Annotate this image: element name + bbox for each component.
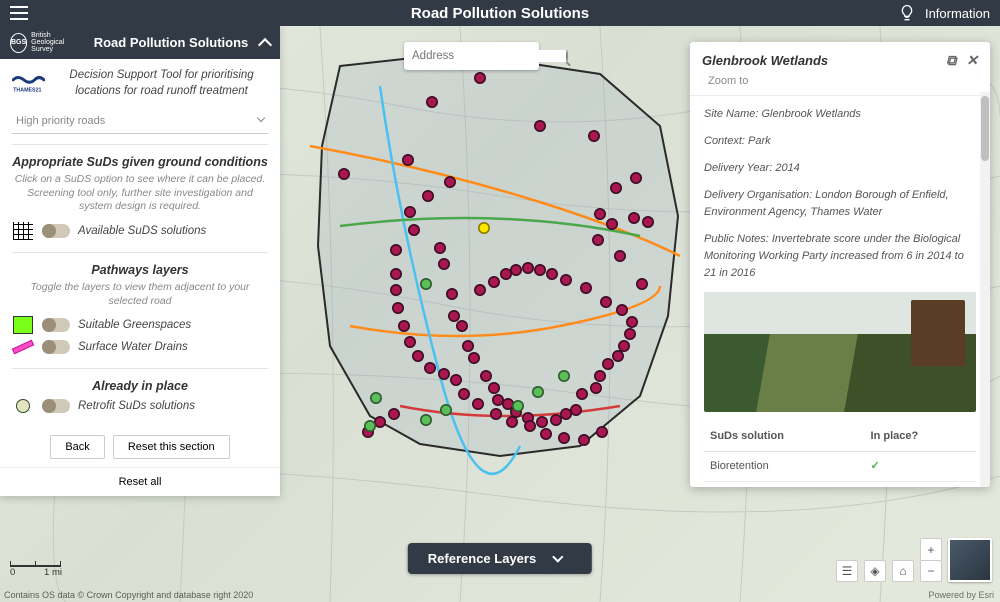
back-button[interactable]: Back: [50, 435, 104, 459]
info-icon[interactable]: [897, 3, 917, 23]
zoom-to-button[interactable]: Zoom to: [690, 75, 990, 96]
retrofit-dot-icon: [16, 399, 30, 413]
menu-icon[interactable]: [10, 6, 28, 20]
zoom-in-button[interactable]: +: [920, 538, 942, 560]
bookmark-button[interactable]: ◈: [864, 560, 886, 582]
toggle-retrofit[interactable]: [42, 399, 70, 413]
section-pathways: Pathways layers Toggle the layers to vie…: [12, 252, 268, 368]
sidebar-title: Road Pollution Solutions: [88, 35, 254, 50]
info-link[interactable]: Information: [925, 6, 990, 21]
section-already: Already in place Retrofit SuDs solutions: [12, 368, 268, 427]
popup-title: Glenbrook Wetlands: [702, 53, 946, 68]
toggle-drains[interactable]: [42, 340, 70, 354]
reset-section-button[interactable]: Reset this section: [113, 435, 230, 459]
toggle-suds[interactable]: [42, 224, 70, 238]
feature-popup: Glenbrook Wetlands ⧉ ✕ Zoom to Site Name…: [690, 42, 990, 487]
toggle-greenspaces[interactable]: [42, 318, 70, 332]
drain-line-icon: [12, 340, 34, 355]
thames21-logo: THAMES21: [12, 67, 45, 101]
table-row: Bioretention✓: [704, 452, 976, 482]
chevron-down-icon: [553, 551, 564, 562]
section-suds: Appropriate SuDs given ground conditions…: [12, 144, 268, 252]
layer-label: Available SuDS solutions: [78, 225, 206, 237]
reset-all-button[interactable]: Reset all: [0, 467, 280, 496]
chevron-down-icon: [257, 114, 265, 122]
suds-table: SuDs solutionIn place? Bioretention✓ Fil…: [704, 422, 976, 487]
svg-text:THAMES21: THAMES21: [13, 88, 41, 94]
tagline: Decision Support Tool for prioritising l…: [55, 68, 268, 99]
reference-layers-button[interactable]: Reference Layers: [408, 543, 592, 574]
esri-attribution: Powered by Esri: [928, 590, 994, 600]
table-row: Filter Drains●: [704, 482, 976, 487]
sidebar-panel: BGS British Geological Survey Road Pollu…: [0, 26, 280, 496]
map-canvas[interactable]: BGS British Geological Survey Road Pollu…: [0, 26, 1000, 602]
dock-icon[interactable]: ⧉: [946, 52, 956, 69]
popup-scrollbar[interactable]: [980, 92, 990, 487]
popup-body: Site Name: Glenbrook Wetlands Context: P…: [690, 96, 990, 487]
green-square-icon: [13, 316, 33, 334]
layer-label: Surface Water Drains: [78, 341, 188, 353]
zoom-out-button[interactable]: −: [920, 560, 942, 582]
home-button[interactable]: ⌂: [892, 560, 914, 582]
hatch-icon: [13, 222, 33, 240]
search-input[interactable]: [412, 50, 566, 62]
app-header: Road Pollution Solutions Information: [0, 0, 1000, 26]
search-box[interactable]: [404, 42, 539, 70]
priority-dropdown[interactable]: High priority roads: [12, 109, 268, 134]
close-icon[interactable]: ✕: [966, 52, 978, 69]
layer-label: Suitable Greenspaces: [78, 319, 191, 331]
sidebar-header[interactable]: BGS British Geological Survey Road Pollu…: [0, 26, 280, 59]
bgs-logo: BGS British Geological Survey: [10, 32, 82, 53]
app-title: Road Pollution Solutions: [411, 5, 589, 22]
site-photo: [704, 292, 976, 412]
search-icon[interactable]: [566, 50, 568, 62]
attribution: Contains OS data © Crown Copyright and d…: [4, 590, 253, 600]
basemap-toggle[interactable]: [948, 538, 992, 582]
chevron-up-icon[interactable]: [258, 37, 272, 51]
map-widgets: ☰ ◈ ⌂ + −: [836, 538, 992, 582]
legend-button[interactable]: ☰: [836, 560, 858, 582]
scale-bar: 01 mi: [10, 561, 62, 578]
layer-label: Retrofit SuDs solutions: [78, 400, 195, 412]
